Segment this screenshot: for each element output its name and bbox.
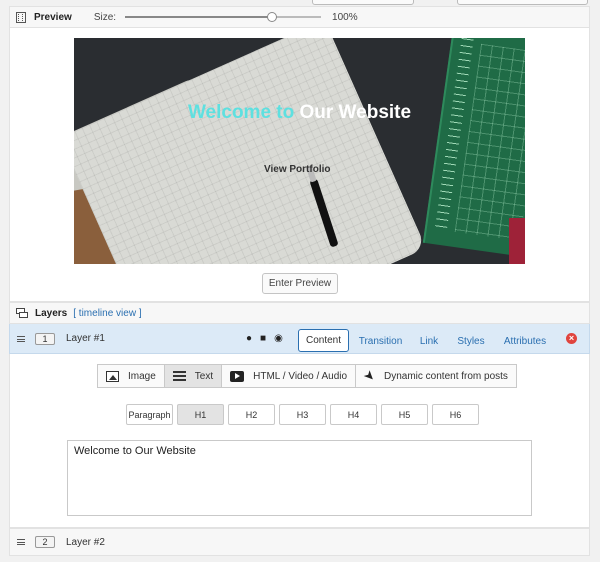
layer-name[interactable]: Layer #1	[66, 333, 105, 344]
heading-h3-button[interactable]: H3	[279, 404, 326, 425]
tab-transition[interactable]: Transition	[355, 329, 406, 353]
slide-title-highlight: Welcome to	[187, 102, 295, 123]
eye-icon[interactable]: ◉	[274, 333, 283, 345]
layer-number: 1	[35, 332, 55, 345]
heading-h6-button[interactable]: H6	[432, 404, 479, 425]
heading-h1-button[interactable]: H1	[177, 404, 224, 425]
lock-icon[interactable]: ■	[260, 333, 266, 345]
layers-icon	[16, 307, 28, 319]
heading-paragraph-button[interactable]: Paragraph	[126, 404, 173, 425]
type-image-button[interactable]: Image	[97, 364, 165, 388]
heading-selector: Paragraph H1 H2 H3 H4 H5 H6	[126, 404, 479, 425]
heading-h5-button[interactable]: H5	[381, 404, 428, 425]
image-icon	[106, 370, 119, 382]
layer-tools: ● ■ ◉	[246, 333, 283, 345]
text-icon	[172, 371, 186, 381]
drag-handle-icon[interactable]	[17, 539, 25, 545]
type-text-button[interactable]: Text	[163, 364, 223, 388]
slide-preview[interactable]: Welcome to Our Website View Portfolio	[74, 38, 525, 264]
delete-layer-icon[interactable]: ×	[566, 333, 577, 344]
view-portfolio-button[interactable]: View Portfolio	[264, 164, 331, 175]
type-html-video-audio-button[interactable]: HTML / Video / Audio	[221, 364, 357, 388]
layers-title: Layers	[35, 307, 68, 319]
timeline-view-link[interactable]: [ timeline view ]	[73, 308, 141, 319]
layer-number: 2	[35, 536, 55, 548]
layers-header: Layers [ timeline view ]	[9, 302, 590, 324]
layer-name[interactable]: Layer #2	[66, 537, 105, 548]
type-label: HTML / Video / Audio	[253, 370, 348, 382]
drag-handle-icon[interactable]	[17, 335, 25, 342]
size-slider[interactable]	[125, 12, 322, 22]
video-icon	[230, 370, 245, 382]
enter-preview-button[interactable]: Enter Preview	[262, 273, 338, 294]
layer-row-1[interactable]: 1 Layer #1 ● ■ ◉ Content Transition Link…	[9, 324, 590, 354]
layer-row-2[interactable]: 2 Layer #2	[9, 528, 590, 556]
type-label: Text	[194, 370, 214, 382]
slide-title-rest: Our Website	[294, 102, 412, 123]
notebook-image	[74, 38, 427, 264]
type-dynamic-content-button[interactable]: ➤ Dynamic content from posts	[355, 364, 517, 388]
pin-icon: ➤	[360, 366, 380, 385]
type-label: Dynamic content from posts	[384, 370, 508, 382]
preview-title: Preview	[34, 11, 72, 23]
film-icon	[16, 11, 26, 23]
slider-fill	[125, 16, 273, 18]
bulb-icon[interactable]: ●	[246, 333, 252, 345]
top-button-partial[interactable]	[312, 0, 414, 5]
size-label: Size:	[93, 11, 117, 23]
heading-h2-button[interactable]: H2	[228, 404, 275, 425]
tab-attributes[interactable]: Attributes	[500, 329, 550, 353]
slider-thumb[interactable]	[267, 12, 278, 22]
tab-link[interactable]: Link	[414, 329, 444, 353]
zoom-value: 100%	[332, 11, 358, 23]
preview-panel: Welcome to Our Website View Portfolio En…	[9, 28, 590, 302]
type-label: Image	[128, 370, 156, 382]
layer-1-content-panel: Image Text HTML / Video / Audio ➤ Dynami…	[9, 354, 590, 528]
content-type-bar: Image Text HTML / Video / Audio ➤ Dynami…	[97, 364, 517, 388]
top-button-partial[interactable]	[457, 0, 588, 5]
tab-content[interactable]: Content	[298, 329, 349, 352]
layer-text-input[interactable]: Welcome to Our Website	[67, 440, 532, 516]
slide-title[interactable]: Welcome to Our Website	[74, 102, 525, 124]
preview-header: Preview Size: 100%	[9, 6, 590, 28]
tab-styles[interactable]: Styles	[454, 329, 488, 353]
heading-h4-button[interactable]: H4	[330, 404, 377, 425]
red-object-image	[509, 218, 525, 264]
